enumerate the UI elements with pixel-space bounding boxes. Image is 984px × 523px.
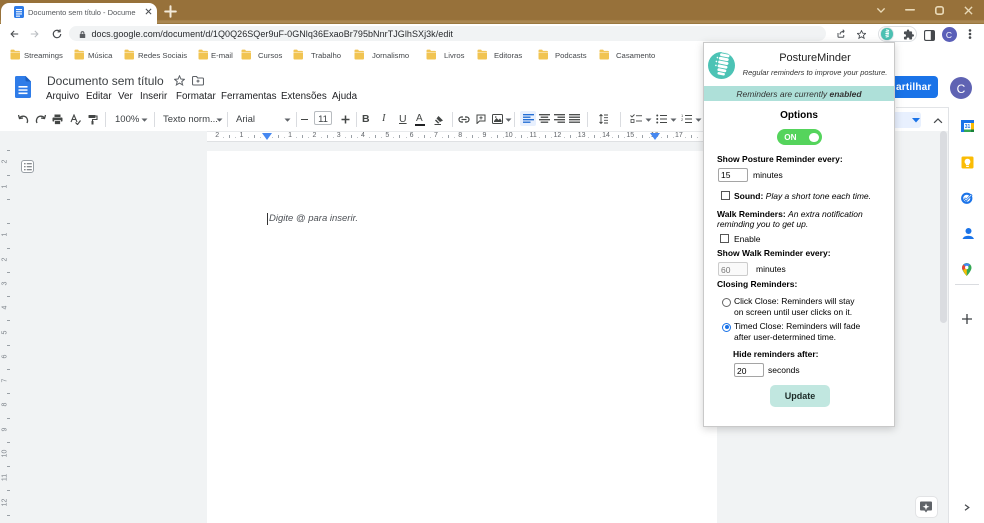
svg-text:31: 31 xyxy=(964,124,970,130)
svg-text:2: 2 xyxy=(681,117,684,122)
